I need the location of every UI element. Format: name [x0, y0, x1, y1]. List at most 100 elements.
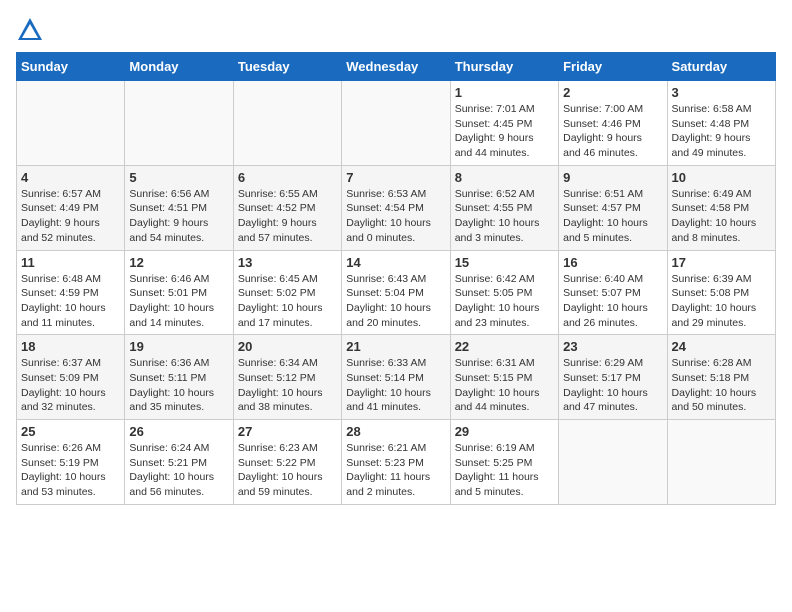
day-number: 18 [21, 339, 120, 354]
calendar-cell [559, 420, 667, 505]
day-number: 14 [346, 255, 445, 270]
calendar-table: SundayMondayTuesdayWednesdayThursdayFrid… [16, 52, 776, 505]
day-number: 2 [563, 85, 662, 100]
day-number: 17 [672, 255, 771, 270]
day-number: 7 [346, 170, 445, 185]
calendar-cell: 15 Sunrise: 6:42 AMSunset: 5:05 PMDayligh… [450, 250, 558, 335]
day-info: Sunrise: 6:49 AMSunset: 4:58 PMDaylight:… [672, 187, 771, 246]
day-number: 19 [129, 339, 228, 354]
calendar-header-row: SundayMondayTuesdayWednesdayThursdayFrid… [17, 53, 776, 81]
calendar-week-3: 11 Sunrise: 6:48 AMSunset: 4:59 PMDayligh… [17, 250, 776, 335]
day-info: Sunrise: 6:58 AMSunset: 4:48 PMDaylight:… [672, 102, 771, 161]
day-number: 23 [563, 339, 662, 354]
calendar-cell: 12Sunrise: 6:46 AMSunset: 5:01 PMDayligh… [125, 250, 233, 335]
day-info: Sunrise: 6:37 AMSunset: 5:09 PMDaylight:… [21, 356, 120, 415]
calendar-cell: 26 Sunrise: 6:24 AMSunset: 5:21 PMDayligh… [125, 420, 233, 505]
header-friday: Friday [559, 53, 667, 81]
header-sunday: Sunday [17, 53, 125, 81]
calendar-cell: 18 Sunrise: 6:37 AMSunset: 5:09 PMDayligh… [17, 335, 125, 420]
calendar-cell: 27 Sunrise: 6:23 AMSunset: 5:22 PMDayligh… [233, 420, 341, 505]
calendar-week-4: 18 Sunrise: 6:37 AMSunset: 5:09 PMDayligh… [17, 335, 776, 420]
logo [16, 16, 48, 44]
day-number: 8 [455, 170, 554, 185]
day-info: Sunrise: 6:42 AMSunset: 5:05 PMDaylight:… [455, 272, 554, 331]
calendar-cell [233, 81, 341, 166]
calendar-cell [667, 420, 775, 505]
calendar-cell: 16 Sunrise: 6:40 AMSunset: 5:07 PMDayligh… [559, 250, 667, 335]
calendar-cell [17, 81, 125, 166]
logo-icon [16, 16, 44, 44]
calendar-cell [125, 81, 233, 166]
header-saturday: Saturday [667, 53, 775, 81]
day-info: Sunrise: 6:23 AMSunset: 5:22 PMDaylight:… [238, 441, 337, 500]
day-number: 4 [21, 170, 120, 185]
day-info: Sunrise: 6:24 AMSunset: 5:21 PMDaylight:… [129, 441, 228, 500]
calendar-cell: 9 Sunrise: 6:51 AMSunset: 4:57 PMDaylight… [559, 165, 667, 250]
calendar-cell: 3 Sunrise: 6:58 AMSunset: 4:48 PMDaylight… [667, 81, 775, 166]
calendar-cell: 23Sunrise: 6:29 AMSunset: 5:17 PMDayligh… [559, 335, 667, 420]
day-number: 28 [346, 424, 445, 439]
day-info: Sunrise: 6:46 AMSunset: 5:01 PMDaylight:… [129, 272, 228, 331]
day-info: Sunrise: 6:53 AMSunset: 4:54 PMDaylight:… [346, 187, 445, 246]
calendar-week-2: 4 Sunrise: 6:57 AMSunset: 4:49 PMDaylight… [17, 165, 776, 250]
day-number: 11 [21, 255, 120, 270]
header-monday: Monday [125, 53, 233, 81]
page-header [16, 16, 776, 44]
calendar-cell [342, 81, 450, 166]
day-info: Sunrise: 6:48 AMSunset: 4:59 PMDaylight:… [21, 272, 120, 331]
day-number: 13 [238, 255, 337, 270]
day-info: Sunrise: 6:39 AMSunset: 5:08 PMDaylight:… [672, 272, 771, 331]
header-tuesday: Tuesday [233, 53, 341, 81]
calendar-cell: 14 Sunrise: 6:43 AMSunset: 5:04 PMDayligh… [342, 250, 450, 335]
calendar-cell: 2 Sunrise: 7:00 AMSunset: 4:46 PMDaylight… [559, 81, 667, 166]
calendar-cell: 21 Sunrise: 6:33 AMSunset: 5:14 PMDayligh… [342, 335, 450, 420]
day-number: 22 [455, 339, 554, 354]
day-number: 6 [238, 170, 337, 185]
calendar-cell: 8Sunrise: 6:52 AMSunset: 4:55 PMDaylight… [450, 165, 558, 250]
day-number: 25 [21, 424, 120, 439]
day-number: 27 [238, 424, 337, 439]
day-number: 24 [672, 339, 771, 354]
calendar-cell: 1 Sunrise: 7:01 AMSunset: 4:45 PMDaylight… [450, 81, 558, 166]
calendar-cell: 13Sunrise: 6:45 AMSunset: 5:02 PMDayligh… [233, 250, 341, 335]
day-info: Sunrise: 6:19 AMSunset: 5:25 PMDaylight:… [455, 441, 554, 500]
day-number: 21 [346, 339, 445, 354]
day-number: 1 [455, 85, 554, 100]
calendar-cell: 11 Sunrise: 6:48 AMSunset: 4:59 PMDayligh… [17, 250, 125, 335]
calendar-cell: 10 Sunrise: 6:49 AMSunset: 4:58 PMDayligh… [667, 165, 775, 250]
day-info: Sunrise: 7:01 AMSunset: 4:45 PMDaylight:… [455, 102, 554, 161]
day-info: Sunrise: 6:28 AMSunset: 5:18 PMDaylight:… [672, 356, 771, 415]
day-info: Sunrise: 6:33 AMSunset: 5:14 PMDaylight:… [346, 356, 445, 415]
day-info: Sunrise: 6:36 AMSunset: 5:11 PMDaylight:… [129, 356, 228, 415]
calendar-cell: 4 Sunrise: 6:57 AMSunset: 4:49 PMDaylight… [17, 165, 125, 250]
day-info: Sunrise: 6:31 AMSunset: 5:15 PMDaylight:… [455, 356, 554, 415]
day-info: Sunrise: 6:56 AMSunset: 4:51 PMDaylight:… [129, 187, 228, 246]
day-info: Sunrise: 7:00 AMSunset: 4:46 PMDaylight:… [563, 102, 662, 161]
calendar-cell: 29Sunrise: 6:19 AMSunset: 5:25 PMDayligh… [450, 420, 558, 505]
day-info: Sunrise: 6:51 AMSunset: 4:57 PMDaylight:… [563, 187, 662, 246]
day-number: 9 [563, 170, 662, 185]
day-number: 26 [129, 424, 228, 439]
day-info: Sunrise: 6:43 AMSunset: 5:04 PMDaylight:… [346, 272, 445, 331]
calendar-cell: 20Sunrise: 6:34 AMSunset: 5:12 PMDayligh… [233, 335, 341, 420]
day-number: 20 [238, 339, 337, 354]
calendar-cell: 25Sunrise: 6:26 AMSunset: 5:19 PMDayligh… [17, 420, 125, 505]
header-thursday: Thursday [450, 53, 558, 81]
calendar-cell: 24 Sunrise: 6:28 AMSunset: 5:18 PMDayligh… [667, 335, 775, 420]
day-info: Sunrise: 6:55 AMSunset: 4:52 PMDaylight:… [238, 187, 337, 246]
calendar-cell: 6 Sunrise: 6:55 AMSunset: 4:52 PMDaylight… [233, 165, 341, 250]
calendar-cell: 22 Sunrise: 6:31 AMSunset: 5:15 PMDayligh… [450, 335, 558, 420]
day-number: 16 [563, 255, 662, 270]
header-wednesday: Wednesday [342, 53, 450, 81]
day-info: Sunrise: 6:21 AMSunset: 5:23 PMDaylight:… [346, 441, 445, 500]
day-info: Sunrise: 6:57 AMSunset: 4:49 PMDaylight:… [21, 187, 120, 246]
calendar-cell: 5Sunrise: 6:56 AMSunset: 4:51 PMDaylight… [125, 165, 233, 250]
day-info: Sunrise: 6:40 AMSunset: 5:07 PMDaylight:… [563, 272, 662, 331]
day-number: 3 [672, 85, 771, 100]
calendar-cell: 19 Sunrise: 6:36 AMSunset: 5:11 PMDayligh… [125, 335, 233, 420]
calendar-cell: 17 Sunrise: 6:39 AMSunset: 5:08 PMDayligh… [667, 250, 775, 335]
calendar-week-5: 25Sunrise: 6:26 AMSunset: 5:19 PMDayligh… [17, 420, 776, 505]
day-number: 10 [672, 170, 771, 185]
day-number: 15 [455, 255, 554, 270]
calendar-cell: 7 Sunrise: 6:53 AMSunset: 4:54 PMDaylight… [342, 165, 450, 250]
